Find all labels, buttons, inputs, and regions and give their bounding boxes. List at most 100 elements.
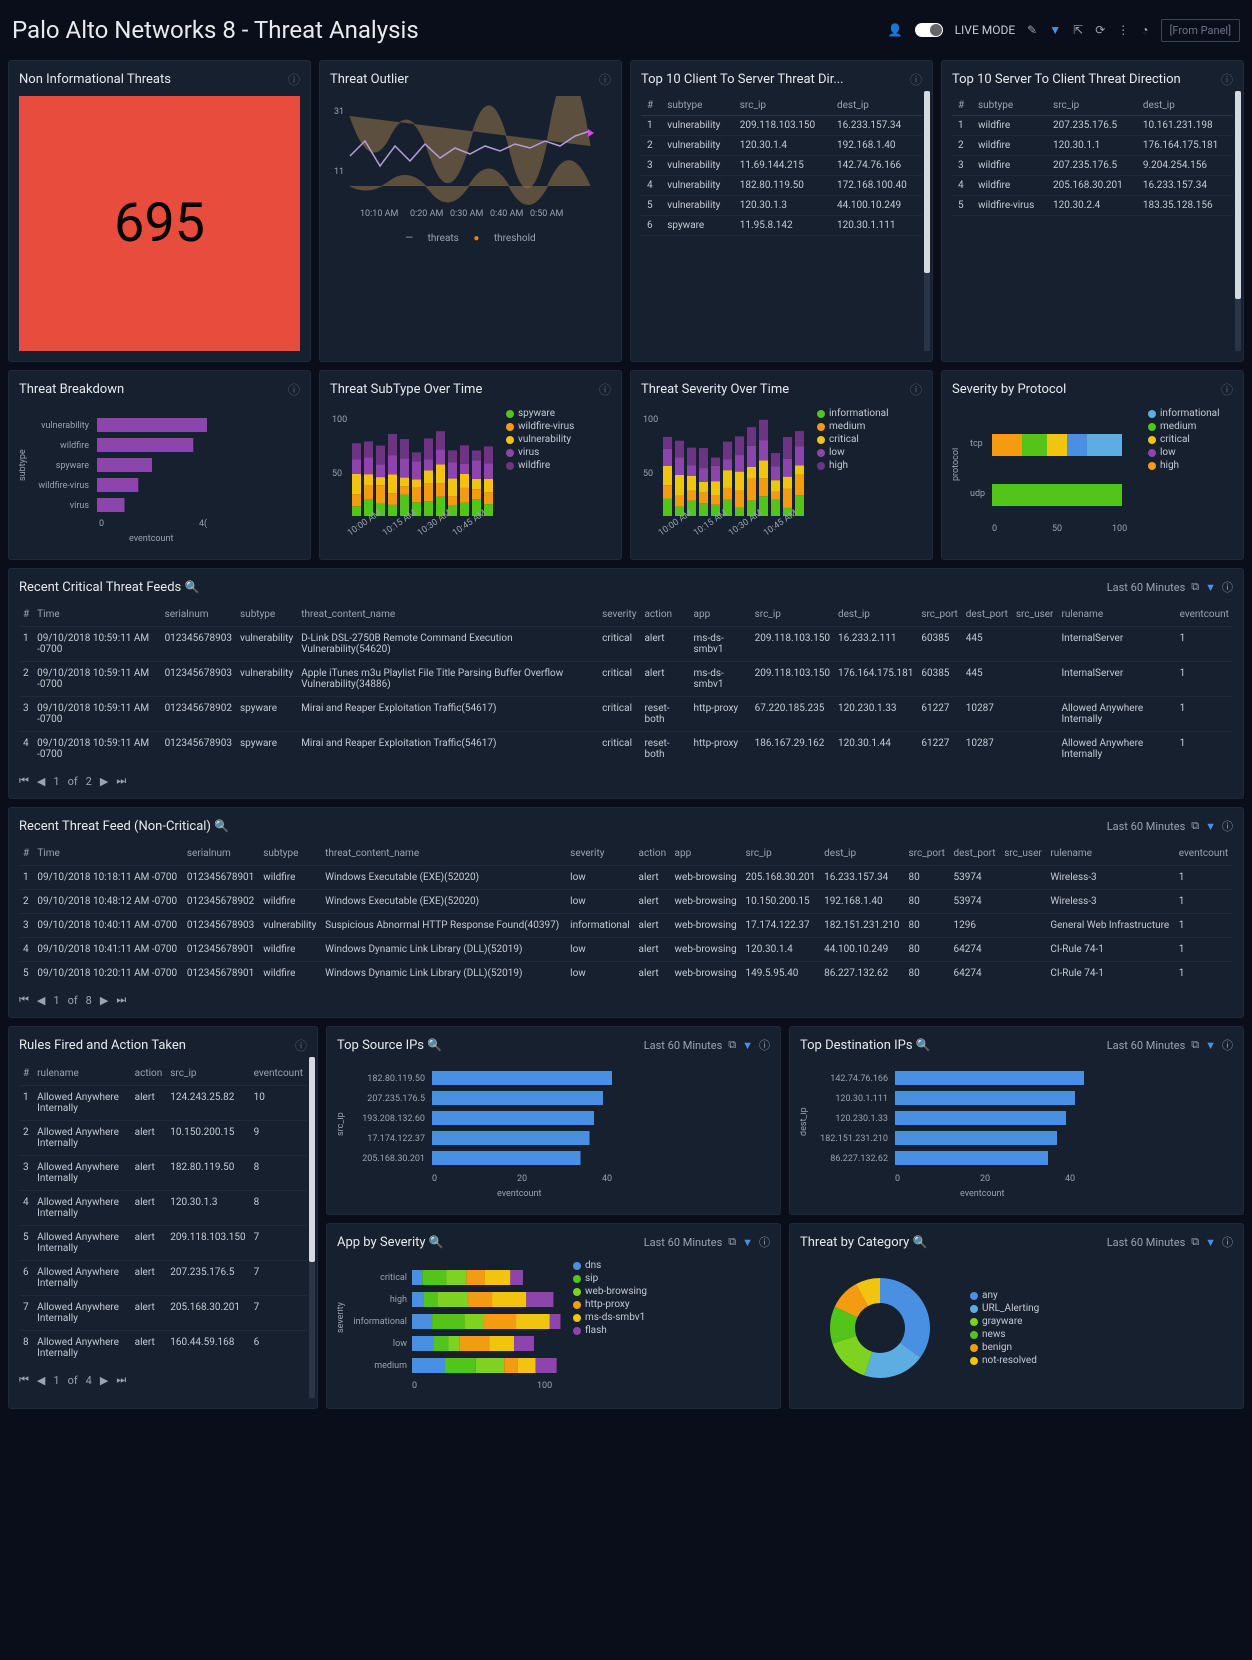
table-row[interactable]: 3wildfire207.235.176.59.204.254.156 [952, 156, 1233, 176]
search-icon[interactable]: 🔍 [916, 1038, 931, 1052]
scrollbar[interactable] [309, 1057, 315, 1398]
legend-item[interactable]: high [817, 460, 889, 471]
search-icon[interactable]: 🔍 [429, 1235, 444, 1249]
table-row[interactable]: 1Allowed Anywhere Internallyalert124.243… [19, 1086, 307, 1121]
legend-item[interactable]: not-resolved [970, 1355, 1039, 1366]
time-range-button[interactable]: [From Panel] [1161, 19, 1241, 42]
table-row[interactable]: 4Allowed Anywhere Internallyalert120.30.… [19, 1191, 307, 1226]
filter-icon[interactable]: ▼ [1205, 1236, 1216, 1249]
legend-item[interactable]: virus [506, 447, 574, 458]
table-row[interactable]: 209/10/2018 10:59:11 AM -070001234567890… [19, 662, 1233, 697]
table-row[interactable]: 1wildfire207.235.176.510.161.231.198 [952, 116, 1233, 136]
page-first-icon[interactable]: ⏮ [19, 1373, 29, 1387]
copy-icon[interactable]: ⧉ [1191, 1038, 1199, 1052]
table-row[interactable]: 3vulnerability11.69.144.215142.74.76.166 [641, 156, 922, 176]
table-row[interactable]: 4vulnerability182.80.119.50172.168.100.4… [641, 176, 922, 196]
page-first-icon[interactable]: ⏮ [19, 774, 29, 788]
legend-item[interactable]: sip [573, 1273, 647, 1284]
legend-item[interactable]: vulnerability [506, 434, 574, 445]
legend-item[interactable]: informational [1148, 408, 1220, 419]
legend-item[interactable]: low [1148, 447, 1220, 458]
more-icon[interactable]: ⋮ [1117, 23, 1129, 37]
edit-icon[interactable]: ✎ [1027, 23, 1037, 37]
info-icon[interactable]: ⓘ [288, 71, 300, 88]
copy-icon[interactable]: ⧉ [1191, 819, 1199, 833]
table-row[interactable]: 309/10/2018 10:59:11 AM -070001234567890… [19, 697, 1233, 732]
table-row[interactable]: 209/10/2018 10:48:12 AM -070001234567890… [19, 890, 1233, 914]
table-row[interactable]: 409/10/2018 10:59:11 AM -070001234567890… [19, 732, 1233, 767]
table-row[interactable]: 109/10/2018 10:18:11 AM -070001234567890… [19, 866, 1233, 890]
page-prev-icon[interactable]: ◀ [37, 1374, 45, 1387]
page-next-icon[interactable]: ▶ [100, 775, 108, 788]
table-row[interactable]: 109/10/2018 10:59:11 AM -070001234567890… [19, 627, 1233, 662]
legend-item[interactable]: any [970, 1290, 1039, 1301]
filter-icon[interactable]: ▼ [742, 1236, 753, 1249]
table-row[interactable]: 309/10/2018 10:40:11 AM -070001234567890… [19, 914, 1233, 938]
info-icon[interactable]: ⓘ [1222, 579, 1233, 595]
info-icon[interactable]: ⓘ [1222, 1234, 1233, 1250]
info-icon[interactable]: ⓘ [1221, 71, 1233, 88]
filter-icon[interactable]: ▼ [742, 1039, 753, 1052]
legend-item[interactable]: critical [817, 434, 889, 445]
copy-icon[interactable]: ⧉ [728, 1038, 736, 1052]
info-icon[interactable]: ⓘ [288, 381, 300, 398]
search-icon[interactable]: 🔍 [184, 580, 199, 594]
legend-item[interactable]: ms-ds-smbv1 [573, 1312, 647, 1323]
page-next-icon[interactable]: ▶ [100, 994, 108, 1007]
live-mode-toggle[interactable] [915, 23, 943, 37]
search-icon[interactable]: 🔍 [214, 819, 229, 833]
table-row[interactable]: 5wildfire-virus120.30.2.4183.35.128.156 [952, 196, 1233, 216]
table-row[interactable]: 3Allowed Anywhere Internallyalert182.80.… [19, 1156, 307, 1191]
info-icon[interactable]: ⓘ [759, 1234, 770, 1250]
legend-item[interactable]: spyware [506, 408, 574, 419]
page-prev-icon[interactable]: ◀ [37, 994, 45, 1007]
info-icon[interactable]: ⓘ [910, 381, 922, 398]
legend-item[interactable]: dns [573, 1260, 647, 1271]
info-icon[interactable]: ⓘ [1222, 1037, 1233, 1053]
filter-icon[interactable]: ▼ [1049, 23, 1061, 37]
copy-icon[interactable]: ⧉ [1191, 1235, 1199, 1249]
search-icon[interactable]: 🔍 [427, 1038, 442, 1052]
legend-item[interactable]: web-browsing [573, 1286, 647, 1297]
page-prev-icon[interactable]: ◀ [37, 775, 45, 788]
info-icon[interactable]: ⓘ [295, 1037, 307, 1054]
user-icon[interactable]: 👤 [888, 23, 903, 37]
legend-item[interactable]: low [817, 447, 889, 458]
legend-item[interactable]: wildfire-virus [506, 421, 574, 432]
share-icon[interactable]: ⇱ [1073, 23, 1083, 37]
page-next-icon[interactable]: ▶ [100, 1374, 108, 1387]
legend-item[interactable]: wildfire [506, 460, 574, 471]
table-row[interactable]: 4wildfire205.168.30.20116.233.157.34 [952, 176, 1233, 196]
table-row[interactable]: 2wildfire120.30.1.1176.164.175.181 [952, 136, 1233, 156]
table-row[interactable]: 8Allowed Anywhere Internallyalert160.44.… [19, 1331, 307, 1366]
info-icon[interactable]: ⓘ [599, 381, 611, 398]
table-row[interactable]: 2vulnerability120.30.1.4192.168.1.40 [641, 136, 922, 156]
clock-icon[interactable]: ◔ [1141, 23, 1148, 37]
page-first-icon[interactable]: ⏮ [19, 993, 29, 1007]
legend-item[interactable]: medium [1148, 421, 1220, 432]
table-row[interactable]: 6spyware11.95.8.142120.30.1.111 [641, 216, 922, 236]
info-icon[interactable]: ⓘ [1221, 381, 1233, 398]
info-icon[interactable]: ⓘ [1222, 818, 1233, 834]
legend-item[interactable]: critical [1148, 434, 1220, 445]
page-last-icon[interactable]: ⏭ [116, 993, 126, 1007]
legend-item[interactable]: high [1148, 460, 1220, 471]
table-row[interactable]: 6Allowed Anywhere Internallyalert207.235… [19, 1261, 307, 1296]
search-icon[interactable]: 🔍 [913, 1235, 928, 1249]
table-row[interactable]: 7Allowed Anywhere Internallyalert205.168… [19, 1296, 307, 1331]
filter-icon[interactable]: ▼ [1205, 820, 1216, 833]
info-icon[interactable]: ⓘ [759, 1037, 770, 1053]
table-row[interactable]: 2Allowed Anywhere Internallyalert10.150.… [19, 1121, 307, 1156]
table-row[interactable]: 409/10/2018 10:41:11 AM -070001234567890… [19, 938, 1233, 962]
filter-icon[interactable]: ▼ [1205, 581, 1216, 594]
copy-icon[interactable]: ⧉ [1191, 580, 1199, 594]
legend-item[interactable]: URL_Alerting [970, 1303, 1039, 1314]
legend-item[interactable]: flash [573, 1325, 647, 1336]
filter-icon[interactable]: ▼ [1205, 1039, 1216, 1052]
scrollbar[interactable] [1235, 91, 1241, 351]
table-row[interactable]: 5Allowed Anywhere Internallyalert209.118… [19, 1226, 307, 1261]
legend-item[interactable]: grayware [970, 1316, 1039, 1327]
info-icon[interactable]: ⓘ [910, 71, 922, 88]
table-row[interactable]: 1vulnerability209.118.103.15016.233.157.… [641, 116, 922, 136]
page-last-icon[interactable]: ⏭ [116, 1373, 126, 1387]
